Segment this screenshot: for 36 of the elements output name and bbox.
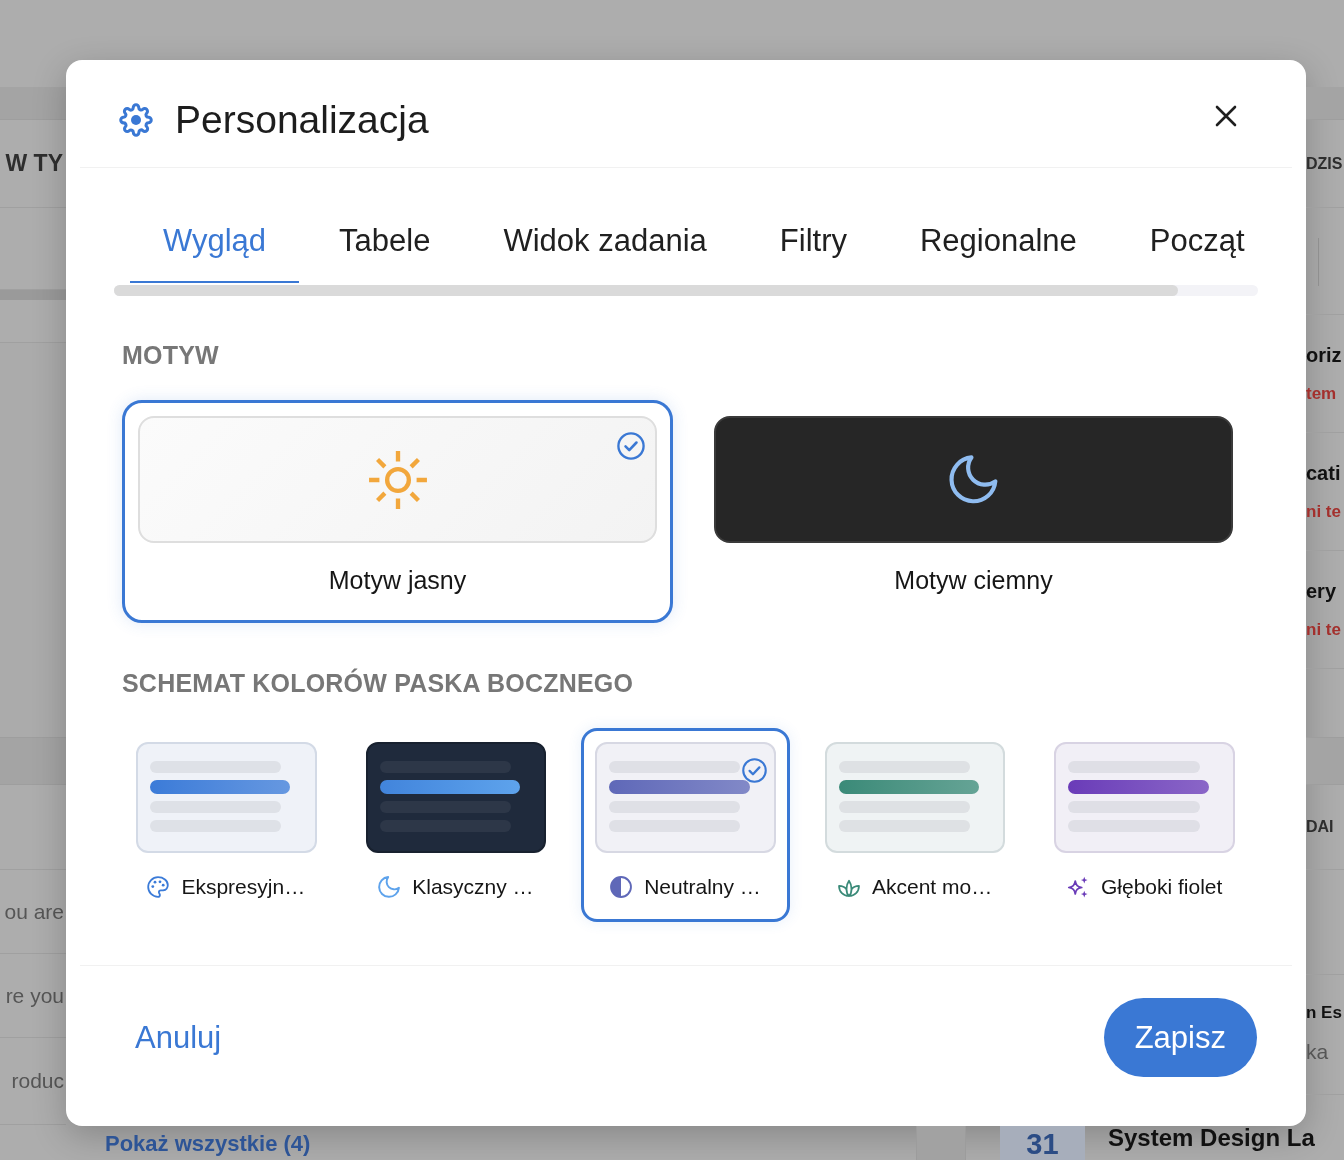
task-title: cati <box>1306 461 1342 486</box>
moon-icon <box>948 454 999 505</box>
tab[interactable]: Wygląd <box>130 200 300 283</box>
row-text: re you <box>5 983 64 1008</box>
tab[interactable]: Filtry <box>746 200 880 283</box>
event-title: System Design La <box>1108 1124 1315 1152</box>
tab[interactable]: Począt <box>1116 200 1258 283</box>
task-title: oriz <box>1306 343 1343 368</box>
section-heading: SCHEMAT KOLORÓW PASKA BOCZNEGO <box>122 670 635 696</box>
check-circle-icon <box>741 758 767 783</box>
due-text: ni te <box>1306 619 1342 641</box>
section-header: DAI <box>1306 817 1335 837</box>
column-header: W TY <box>5 150 64 177</box>
tab[interactable]: Regionalne <box>886 200 1110 283</box>
check-circle-icon <box>617 432 645 460</box>
event-title: n Es <box>1306 1002 1343 1024</box>
column-header: DZIS <box>1306 153 1344 174</box>
event-subtitle: ka <box>1306 1039 1330 1065</box>
due-text: ni te <box>1306 501 1342 523</box>
sidebar-scheme-option[interactable]: Neutralny … <box>581 728 790 922</box>
tab[interactable]: Widok zadania <box>470 200 740 283</box>
settings-icon <box>118 102 154 138</box>
cancel-button[interactable]: Anuluj <box>122 1017 235 1058</box>
close-icon <box>1215 104 1237 127</box>
due-text: tem <box>1306 383 1338 405</box>
task-title: ery <box>1306 579 1338 604</box>
save-button[interactable]: Zapisz <box>1103 998 1257 1077</box>
row-text: roduc <box>11 1069 64 1093</box>
section-heading: MOTYW <box>122 342 220 368</box>
scrollbar-track <box>0 290 66 300</box>
sun-icon <box>366 448 429 511</box>
date-badge: 31 <box>1000 1126 1085 1160</box>
tab[interactable]: Tabele <box>306 200 464 283</box>
theme-option[interactable]: Motyw jasny <box>122 400 673 623</box>
row-text: ou are <box>4 899 64 924</box>
dialog-title: Personalizacja <box>175 97 429 143</box>
